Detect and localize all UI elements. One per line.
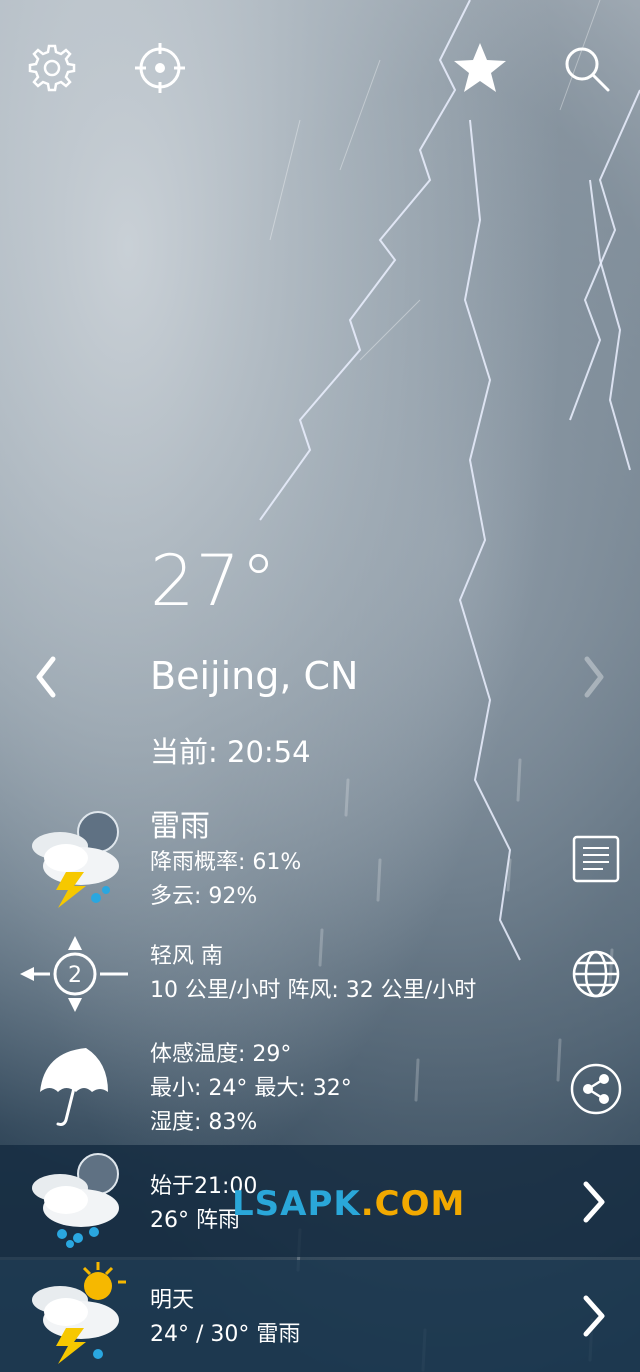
star-icon (454, 43, 506, 92)
watermark-part1: LSAPK (232, 1184, 361, 1224)
forecast-tomorrow-title: 明天 (150, 1288, 195, 1313)
forecast-tomorrow-text: 明天 24° / 30° 雷雨 (150, 1284, 300, 1352)
current-time: 当前: 20:54 (150, 735, 311, 769)
city-name: Beijing, CN (150, 654, 359, 698)
details-button[interactable] (568, 831, 624, 887)
wind-title: 轻风 南 (150, 944, 223, 969)
showers-night-icon (32, 1153, 119, 1248)
next-location-button[interactable] (574, 652, 614, 702)
chevron-right-icon (584, 656, 604, 698)
share-button[interactable] (568, 1061, 624, 1117)
wind-detail: 10 公里/小时 阵风: 32 公里/小时 (150, 978, 477, 1003)
search-icon (565, 47, 610, 92)
humidity: 湿度: 83% (150, 1110, 258, 1135)
location-target-icon (135, 43, 185, 93)
favorite-button[interactable] (450, 38, 510, 98)
chevron-right-icon (583, 1181, 605, 1223)
chevron-left-icon (36, 656, 56, 698)
beaufort-number: 2 (68, 963, 82, 988)
locate-button[interactable] (130, 38, 190, 98)
forecast-tomorrow-summary: 24° / 30° 雷雨 (150, 1322, 301, 1347)
min-max-temp: 最小: 24° 最大: 32° (150, 1076, 352, 1101)
search-button[interactable] (556, 38, 616, 98)
umbrella-icon (40, 1048, 108, 1126)
thunderstorm-night-icon (32, 811, 119, 908)
wind-block: 轻风 南 10 公里/小时 阵风: 32 公里/小时 (150, 940, 476, 1008)
watermark-part2: .COM (360, 1184, 466, 1224)
current-temperature: 27° (150, 540, 278, 622)
previous-location-button[interactable] (26, 652, 66, 702)
share-icon (570, 1063, 622, 1115)
settings-button[interactable] (22, 38, 82, 98)
condition-title: 雷雨 (150, 809, 210, 844)
map-button[interactable] (568, 946, 624, 1002)
feels-like: 体感温度: 29° (150, 1042, 292, 1067)
watermark: LSAPK.COM (232, 1184, 465, 1224)
chevron-right-icon (583, 1295, 605, 1337)
globe-icon (572, 950, 620, 998)
wind-direction-icon: 2 (20, 936, 128, 1012)
feels-like-block: 体感温度: 29° 最小: 24° 最大: 32° 湿度: 83% (150, 1038, 352, 1140)
thunderstorm-day-icon (32, 1262, 126, 1364)
precip-chance: 降雨概率: 61% (150, 850, 302, 875)
document-list-icon (572, 835, 620, 883)
gear-icon (28, 44, 76, 92)
condition-block: 雷雨 降雨概率: 61% 多云: 92% (150, 808, 301, 914)
cloud-cover: 多云: 92% (150, 884, 258, 909)
